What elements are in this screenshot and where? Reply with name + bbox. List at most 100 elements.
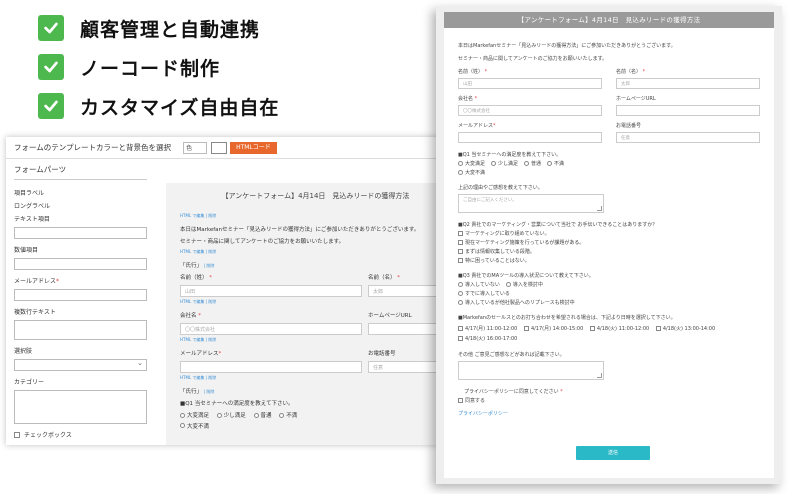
section-label-text: 「氏行」 [180,389,203,395]
part-text-field[interactable] [14,227,147,239]
canvas-company: 会社名 * 〇〇株式会社 [180,311,362,335]
fp-q3-option-label: 導入を検討中 [512,282,543,288]
part-choice-select[interactable] [14,359,147,371]
email-input[interactable] [180,361,362,373]
part-category-item[interactable]: カテゴリー [14,377,156,386]
part-multiline-item[interactable]: 複数行テキスト [14,307,156,316]
checkmark-icon [38,93,64,119]
edit-link[interactable]: HTML で編集 | 削除 [180,213,451,219]
edit-link[interactable]: HTML で編集 | 削除 [180,299,451,305]
fp-q4-option[interactable]: 4/18(火) 13:00-14:00 [655,325,716,332]
fp-privacy-agree[interactable]: 同意する [458,397,760,404]
fp-q2-option[interactable]: 特に困っていることはない。 [458,257,760,264]
part-choice-item[interactable]: 選択肢 [14,346,156,355]
q1-option[interactable]: 大変不満 [180,422,209,430]
fp-q2-option[interactable]: マーケティングに取り組めていない。 [458,230,760,237]
checkbox-icon [458,336,463,341]
form-body: 本日はMarkefanセミナー「見込みリードの獲得方法」にご参加いただきありがと… [444,28,774,417]
fp-q4-option[interactable]: 4/17(月) 14:00-15:00 [523,325,583,332]
part-number-field[interactable] [14,258,147,270]
fp-company-input[interactable]: 〇〇株式会社 [458,105,602,116]
fp-last-name-input[interactable]: 山田 [458,78,602,89]
fp-q4-label: ■Markefanのセールスとのお打ち合わせを希望される場合は、下記より日時を選… [458,315,676,321]
fp-privacy-text: プライバシーポリシーに同意してください [464,389,559,395]
fp-first-name-input[interactable]: 太郎 [616,78,760,89]
submit-button[interactable]: 送信 [576,446,650,460]
fp-q3-options-1: 導入していない 導入を検討中 [458,281,760,288]
required-mark: * [209,275,213,281]
fp-last-name-label: 名前（姓） * [458,68,602,75]
delete-link[interactable]: | 削除 [204,389,215,394]
part-long-label[interactable]: ロングラベル [14,201,156,210]
part-number-item[interactable]: 数値項目 [14,245,156,254]
canvas-title: 【アンケートフォーム】4月14日 見込みリードの獲得方法 [221,192,410,200]
html-code-button[interactable]: HTMLコード [230,141,277,154]
section-label-2: 「氏行」 | 削除 [180,387,451,395]
part-text-item[interactable]: テキスト項目 [14,214,156,223]
q1-option[interactable]: 不満 [279,411,297,419]
part-multiline-field[interactable] [14,320,147,340]
radio-icon [547,161,553,166]
fp-q4-option[interactable]: 4/17(月) 11:00-12:00 [458,325,517,332]
form-email: メールアドレス* [458,122,602,143]
fp-q2-option-label: マーケティングに取り組めていない。 [465,231,550,237]
edit-link[interactable]: HTML で編集 | 削除 [180,375,451,381]
fp-q3-option[interactable]: 導入していない [458,281,500,288]
edit-link[interactable]: HTML で編集 | 削除 [180,249,451,255]
radio-icon [458,282,463,287]
q1-option-label: 普通 [260,413,272,419]
required-mark: * [642,69,646,75]
fp-q2-option[interactable]: まずは情報収集している段階。 [458,248,760,255]
part-item-label[interactable]: 項目ラベル [14,188,156,197]
fp-homepage-input[interactable] [616,105,760,116]
form-title: 【アンケートフォーム】4月14日 見込みリードの獲得方法 [444,12,774,28]
last-name-input[interactable]: 山田 [180,285,362,297]
sidebar-title: フォームパーツ [14,164,147,180]
q1-option-label: 大変不満 [187,423,210,430]
privacy-policy-link[interactable]: プライバシーポリシー [458,410,760,417]
feature-item: ノーコード制作 [38,49,279,85]
company-input[interactable]: 〇〇株式会社 [180,323,362,335]
canvas-intro-2: セミナー・商品に関してアンケートのご協力をお願いいたします。 [180,239,345,245]
fp-q2-option[interactable]: 現在マーケティング施策を行っているが課題がある。 [458,239,760,246]
canvas-email: メールアドレス* [180,349,362,373]
fp-q3-option[interactable]: 導入を検討中 [505,281,543,288]
fp-q4-option[interactable]: 4/18(火) 11:00-12:00 [589,325,649,332]
delete-link[interactable]: | 削除 [204,263,215,268]
fp-q3-option[interactable]: すでに導入している [458,290,754,297]
form-preview: 【アンケートフォーム】4月14日 見込みリードの獲得方法 本日はMarkefan… [436,6,782,484]
form-homepage: ホームページURL [616,95,760,116]
fp-q3-option[interactable]: 導入しているが他社製品へのリプレースも検討中 [458,299,754,306]
fp-privacy-agree-label: 同意する [465,398,486,404]
q1-option[interactable]: 大変満足 [180,411,209,419]
fp-q1-options-2: 大変不満 [458,169,760,176]
fp-q4-options: 4/17(月) 11:00-12:00 4/17(月) 14:00-15:00 … [458,323,760,343]
radio-icon [458,170,463,175]
part-checkbox-item[interactable]: チェックボックス [14,430,156,439]
fp-q1-option[interactable]: 不満 [547,160,564,167]
fp-q1-reason-input[interactable]: ご自由にご記入ください。 [458,194,604,213]
q1-option[interactable]: 少し満足 [216,411,246,419]
fp-q1-option[interactable]: 大変不満 [458,169,485,176]
fp-q1-option[interactable]: 大変満足 [458,160,485,167]
fp-q1-label: ■Q1 当セミナーへの満足度を教えて下さい。 [458,152,562,158]
part-category-field[interactable] [14,390,147,424]
color-swatch[interactable] [211,141,228,154]
part-email-label: メールアドレス [14,278,57,285]
q1-option[interactable]: 普通 [253,411,272,419]
fp-phone-input[interactable]: 任意 [616,132,760,143]
fp-other-input[interactable] [458,361,604,380]
q1-label: ■Q1 当セミナーへの満足度を教えて下さい。 [180,401,294,407]
fp-phone-label: お電話番号 [616,123,642,129]
edit-link[interactable]: HTML で編集 | 削除 [180,337,451,343]
part-email-field[interactable] [14,289,147,301]
color-select[interactable]: 色 [183,141,208,154]
form-phone: お電話番号 任意 [616,122,760,143]
fp-q4-option-label: 4/18(火) 13:00-14:00 [662,326,716,332]
fp-q4-option[interactable]: 4/18(火) 16:00-17:00 [458,335,517,342]
form-row-name: 名前（姓） * 山田 名前（名） * 太郎 [458,68,760,89]
fp-email-input[interactable] [458,132,602,143]
fp-q1-option[interactable]: 少し満足 [491,160,518,167]
fp-q1-option[interactable]: 普通 [524,160,541,167]
part-email-item[interactable]: メールアドレス* [14,276,156,285]
